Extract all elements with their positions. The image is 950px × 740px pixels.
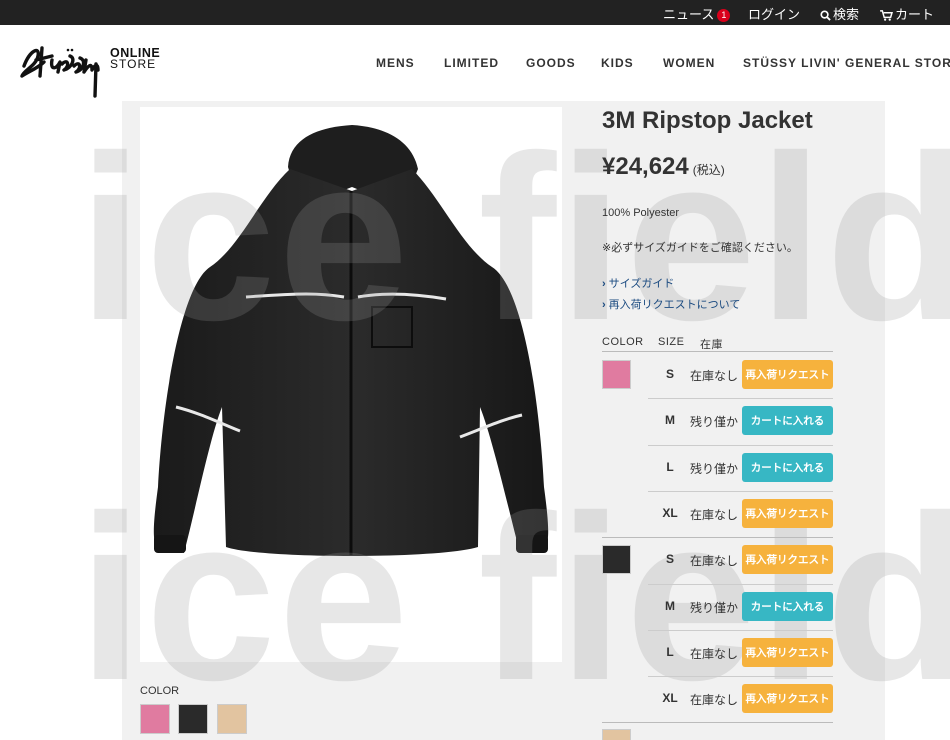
divider: [602, 537, 833, 539]
nav-general-store[interactable]: STÜSSY LIVIN' GENERAL STORE: [743, 56, 950, 70]
stock-status: 残り僅か: [690, 415, 739, 430]
stock-status: 残り僅か: [690, 461, 739, 476]
divider: [648, 676, 833, 678]
product-title: 3M Ripstop Jacket: [602, 107, 813, 134]
stock-status: 在庫なし: [690, 507, 739, 522]
color-swatch-beige: [602, 729, 631, 740]
stock-status: 在庫なし: [690, 646, 739, 661]
stock-status: 残り僅か: [690, 600, 739, 615]
cart-icon: [880, 10, 893, 21]
divider: [648, 629, 833, 631]
restock-request-button[interactable]: 再入荷リクエスト: [742, 545, 833, 575]
nav-kids[interactable]: KIDS: [601, 56, 634, 70]
top-bar: ニュース 1 ログイン 検索 カート: [0, 0, 950, 25]
chevron-right-icon: ›: [602, 278, 606, 290]
search-icon: [820, 10, 831, 21]
nav-women[interactable]: WOMEN: [663, 56, 715, 70]
size-guide-link-label: サイズガイド: [608, 278, 675, 290]
size-guide-note: ※必ずサイズガイドをご確認ください。: [602, 242, 798, 254]
news-count-badge: 1: [717, 9, 731, 22]
restock-info-link[interactable]: › 再入荷リクエストについて: [602, 296, 740, 312]
stock-status: 在庫なし: [690, 369, 739, 383]
divider: [602, 722, 833, 724]
divider: [648, 490, 833, 492]
stock-status: 在庫なし: [690, 693, 739, 708]
tax-note: (税込): [692, 163, 725, 177]
size-label: M: [665, 598, 675, 613]
online-store-label[interactable]: ONLINE STORE: [110, 47, 160, 71]
restock-request-button[interactable]: 再入荷リクエスト: [742, 637, 833, 667]
divider: [602, 351, 833, 352]
column-header-size: SIZE: [658, 336, 685, 348]
restock-info-link-label: 再入荷リクエストについて: [608, 299, 741, 311]
add-to-cart-button[interactable]: カートに入れる: [742, 591, 833, 621]
login-link[interactable]: ログイン: [748, 4, 800, 23]
price-value: ¥24,624: [602, 153, 689, 180]
nav-limited[interactable]: LIMITED: [444, 56, 499, 70]
news-label: ニュース: [663, 7, 715, 22]
column-header-color: COLOR: [602, 336, 644, 348]
cart-link[interactable]: カート: [880, 4, 934, 23]
color-thumb-black[interactable]: [178, 704, 208, 734]
color-thumb-pink[interactable]: [140, 704, 170, 734]
nav-mens[interactable]: MENS: [376, 56, 415, 70]
search-label: 検索: [833, 7, 860, 22]
product-price: ¥24,624 (税込): [602, 153, 725, 181]
divider: [648, 583, 833, 585]
color-thumb-beige[interactable]: [217, 704, 247, 734]
add-to-cart-button[interactable]: カートに入れる: [742, 406, 833, 436]
product-image[interactable]: [140, 107, 562, 662]
restock-request-button[interactable]: 再入荷リクエスト: [742, 360, 833, 389]
restock-request-button[interactable]: 再入荷リクエスト: [742, 684, 833, 714]
store-text: STORE: [110, 57, 157, 71]
stussy-logo[interactable]: [18, 36, 106, 98]
search-link[interactable]: 検索: [820, 4, 859, 23]
divider: [648, 444, 833, 446]
news-link[interactable]: ニュース 1: [663, 4, 731, 23]
divider: [648, 398, 833, 400]
size-label: XL: [662, 505, 678, 520]
color-swatch-black: [602, 545, 631, 575]
color-swatch-pink: [602, 360, 631, 389]
nav-goods[interactable]: GOODS: [526, 56, 576, 70]
product-material: 100% Polyester: [602, 207, 680, 219]
size-label: S: [665, 552, 674, 567]
jacket-illustration: [153, 125, 549, 556]
size-guide-link[interactable]: › サイズガイド: [602, 275, 674, 291]
size-label: M: [665, 413, 675, 428]
column-header-stock: 在庫: [700, 339, 723, 351]
size-label: XL: [662, 691, 678, 706]
size-label: S: [665, 367, 674, 381]
size-label: L: [666, 459, 674, 474]
restock-request-button[interactable]: 再入荷リクエスト: [742, 498, 833, 528]
color-label: COLOR: [140, 685, 180, 697]
size-label: L: [666, 644, 674, 659]
stock-status: 在庫なし: [690, 554, 739, 569]
cart-label: カート: [895, 7, 935, 22]
add-to-cart-button[interactable]: カートに入れる: [742, 452, 833, 482]
chevron-right-icon: ›: [602, 299, 606, 311]
